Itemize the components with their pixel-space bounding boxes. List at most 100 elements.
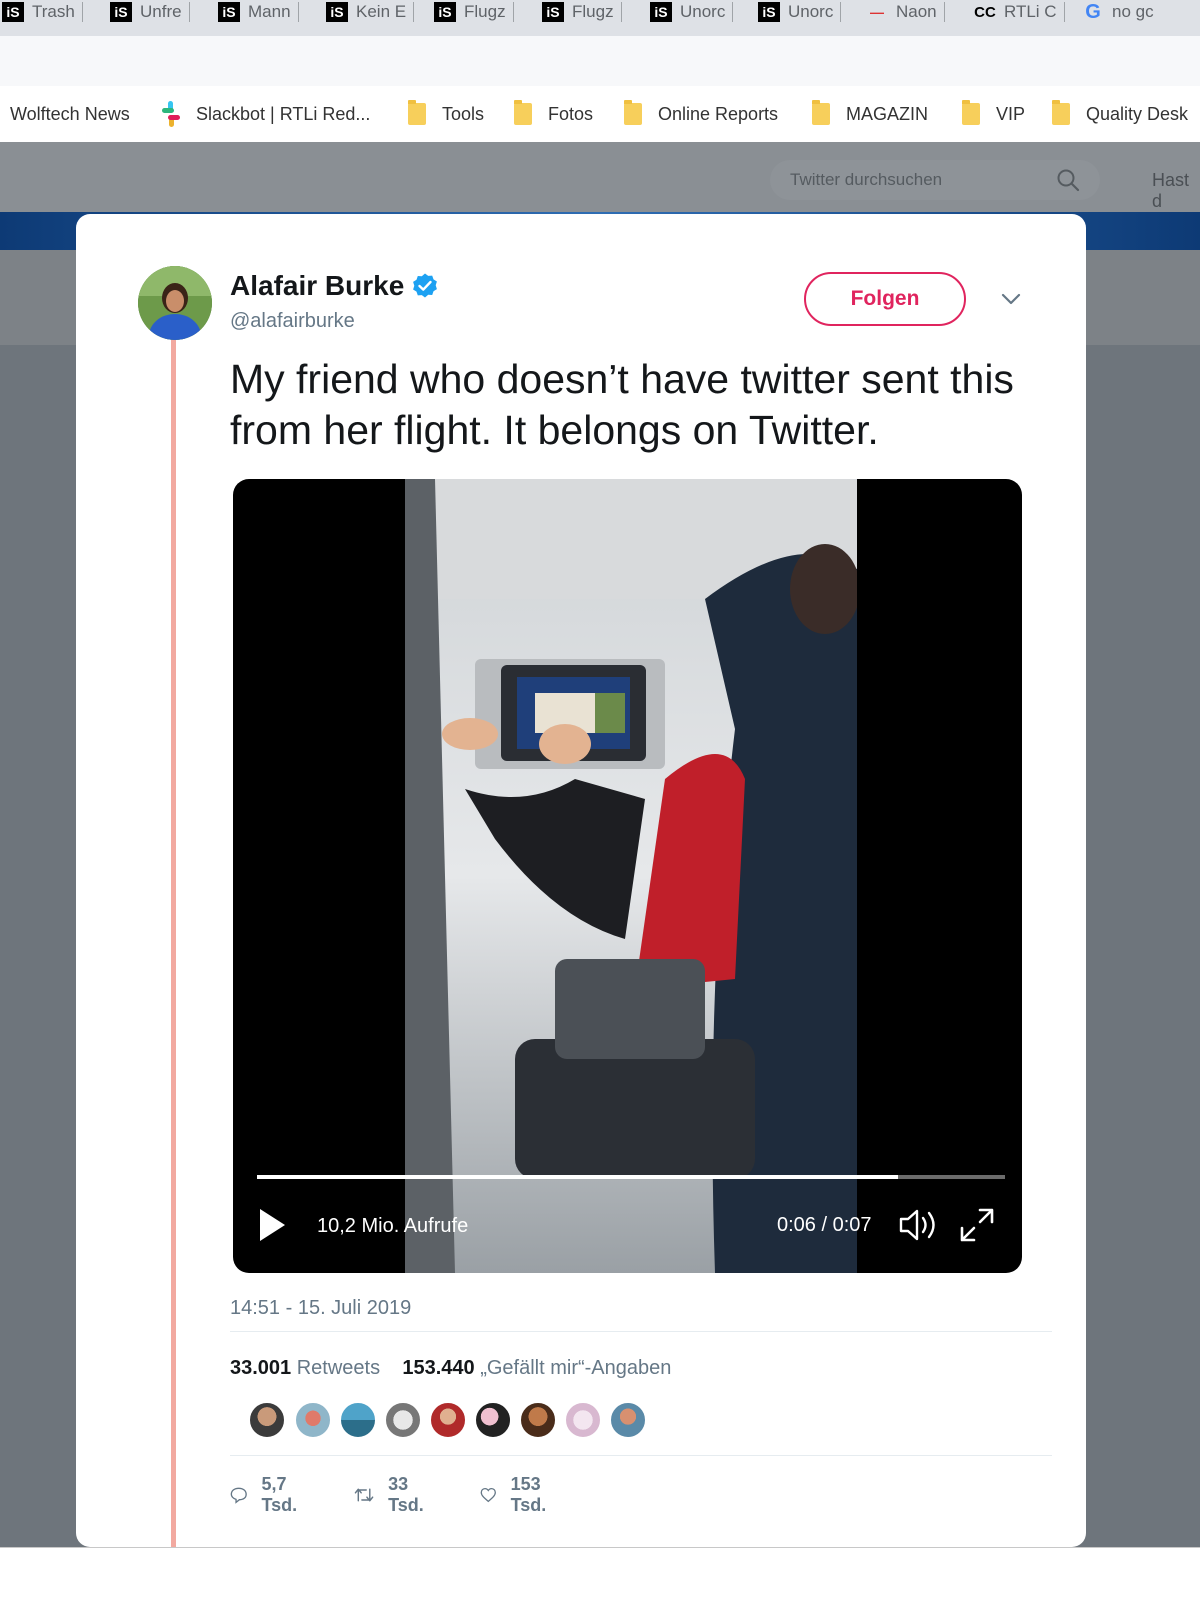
folder-icon bbox=[624, 100, 642, 125]
avatar[interactable] bbox=[294, 1401, 332, 1439]
is-icon: iS bbox=[758, 2, 780, 22]
is-icon: iS bbox=[326, 2, 348, 22]
bookmark-fotos[interactable]: Fotos bbox=[514, 86, 593, 142]
tweet-card: Alafair Burke @alafairburke Folgen My fr… bbox=[76, 214, 1086, 1547]
browser-tab[interactable]: iS Trash bbox=[2, 0, 83, 24]
bookmark-label: Slackbot | RTLi Red... bbox=[196, 103, 371, 124]
bookmark-quality-desk[interactable]: Quality Desk bbox=[1052, 86, 1188, 142]
avatar[interactable] bbox=[474, 1401, 512, 1439]
search-input[interactable]: Twitter durchsuchen bbox=[770, 160, 1100, 200]
author-name[interactable]: Alafair Burke bbox=[230, 270, 404, 302]
browser-tab[interactable]: iS Mann bbox=[218, 0, 299, 24]
search-icon[interactable] bbox=[1056, 168, 1080, 192]
bookmark-label: Online Reports bbox=[658, 103, 779, 124]
follow-button[interactable]: Folgen bbox=[804, 272, 966, 326]
bookmark-wolftech-news[interactable]: Wolftech News bbox=[10, 86, 130, 142]
tweet-text: My friend who doesn’t have twitter sent … bbox=[230, 356, 1014, 453]
folder-icon bbox=[1052, 100, 1070, 125]
avatar[interactable] bbox=[429, 1401, 467, 1439]
browser-tab[interactable]: iS Flugz bbox=[542, 0, 622, 24]
retweet-button[interactable]: 33 Tsd. bbox=[354, 1474, 432, 1516]
bookmark-tools[interactable]: Tools bbox=[408, 86, 484, 142]
verified-badge-icon bbox=[413, 273, 437, 298]
browser-tab-label: Unorc bbox=[680, 2, 726, 21]
tab-separator bbox=[188, 2, 190, 22]
is-icon: iS bbox=[650, 2, 672, 22]
folder-icon bbox=[962, 100, 980, 125]
tweet-timestamp[interactable]: 14:51 - 15. Juli 2019 bbox=[230, 1297, 411, 1320]
is-icon: iS bbox=[2, 2, 24, 22]
tab-separator bbox=[81, 2, 83, 22]
bookmark-vip[interactable]: VIP bbox=[962, 86, 1025, 142]
browser-tab-label: Kein E bbox=[356, 2, 407, 21]
tab-separator bbox=[732, 2, 734, 22]
browser-tab[interactable]: iS Flugz bbox=[434, 0, 514, 24]
google-icon: G bbox=[1085, 0, 1101, 23]
browser-tab[interactable]: iS Kein E bbox=[326, 0, 415, 24]
browser-tab[interactable]: CC RTLi C bbox=[974, 0, 1065, 24]
author-handle[interactable]: @alafairburke bbox=[230, 310, 355, 333]
like-count-short: 153 Tsd. bbox=[510, 1474, 547, 1515]
folder-icon bbox=[812, 100, 830, 125]
page-bottom bbox=[0, 1547, 1200, 1601]
like-label[interactable]: „Gefällt mir“-Angaben bbox=[480, 1357, 671, 1379]
divider bbox=[230, 1331, 1052, 1332]
avatar[interactable] bbox=[248, 1401, 286, 1439]
thread-line bbox=[171, 334, 176, 1547]
browser-tab[interactable]: iS Unorc bbox=[650, 0, 734, 24]
reply-icon bbox=[230, 1487, 247, 1504]
sidebar-hint-text: Hast d bbox=[1152, 170, 1190, 211]
tab-separator bbox=[1063, 2, 1065, 22]
avatar[interactable] bbox=[609, 1401, 647, 1439]
bookmark-label: Fotos bbox=[548, 103, 594, 124]
reply-button[interactable]: 5,7 Tsd. bbox=[230, 1474, 306, 1516]
is-icon: iS bbox=[434, 2, 456, 22]
browser-tab-label: Naon bbox=[896, 2, 937, 21]
tab-separator bbox=[620, 2, 622, 22]
video-frame-image bbox=[405, 479, 857, 1273]
browser-toolbar bbox=[0, 36, 1200, 86]
avatar[interactable] bbox=[138, 266, 212, 340]
bookmark-online-reports[interactable]: Online Reports bbox=[624, 86, 778, 142]
browser-tab[interactable]: Gno gc bbox=[1082, 0, 1153, 24]
divider bbox=[230, 1455, 1052, 1456]
avatar[interactable] bbox=[339, 1401, 377, 1439]
retweet-count[interactable]: 33.001 bbox=[230, 1357, 291, 1379]
video-view-count: 10,2 Mio. Aufrufe bbox=[317, 1215, 469, 1237]
chevron-down-icon[interactable] bbox=[998, 286, 1024, 312]
tab-separator bbox=[943, 2, 945, 22]
video-time: 0:06 / 0:07 bbox=[777, 1214, 872, 1236]
like-button[interactable]: 153 Tsd. bbox=[480, 1474, 556, 1516]
browser-tab[interactable]: — Naon bbox=[866, 0, 945, 24]
avatar[interactable] bbox=[384, 1401, 422, 1439]
retweet-icon bbox=[354, 1488, 374, 1502]
bookmark-label: Quality Desk bbox=[1086, 103, 1189, 124]
bookmark-magazin[interactable]: MAGAZIN bbox=[812, 86, 928, 142]
author-avatar-image bbox=[138, 266, 212, 340]
volume-icon[interactable] bbox=[897, 1206, 941, 1244]
video-player[interactable]: 10,2 Mio. Aufrufe 0:06 / 0:07 bbox=[233, 479, 1022, 1273]
browser-tab-label: Unorc bbox=[788, 2, 834, 21]
news-icon: — bbox=[870, 4, 884, 20]
browser-tab-label: Trash bbox=[32, 2, 75, 21]
bookmark-label: Wolftech News bbox=[10, 103, 130, 124]
tweet-stats: 33.001 Retweets 153.440 „Gefällt mir“-An… bbox=[230, 1357, 671, 1380]
video-progress-bar[interactable] bbox=[257, 1175, 1005, 1179]
browser-tab-label: Flugz bbox=[464, 2, 506, 21]
browser-tab-label: Flugz bbox=[572, 2, 614, 21]
is-icon: iS bbox=[218, 2, 240, 22]
avatar[interactable] bbox=[519, 1401, 557, 1439]
bookmark-slackbot[interactable]: Slackbot | RTLi Red... bbox=[158, 86, 370, 142]
avatar[interactable] bbox=[564, 1401, 602, 1439]
retweet-label[interactable]: Retweets bbox=[297, 1357, 380, 1379]
retweet-count-short: 33 Tsd. bbox=[388, 1474, 424, 1515]
fullscreen-icon[interactable] bbox=[959, 1207, 995, 1243]
browser-tab[interactable]: iS Unfre bbox=[110, 0, 190, 24]
browser-tab-label: RTLi C bbox=[1004, 2, 1057, 21]
tab-separator bbox=[512, 2, 514, 22]
cc-icon: CC bbox=[974, 3, 996, 21]
play-icon[interactable] bbox=[257, 1207, 287, 1243]
like-count[interactable]: 153.440 bbox=[402, 1357, 474, 1379]
folder-icon bbox=[408, 100, 426, 125]
browser-tab[interactable]: iS Unorc bbox=[758, 0, 842, 24]
